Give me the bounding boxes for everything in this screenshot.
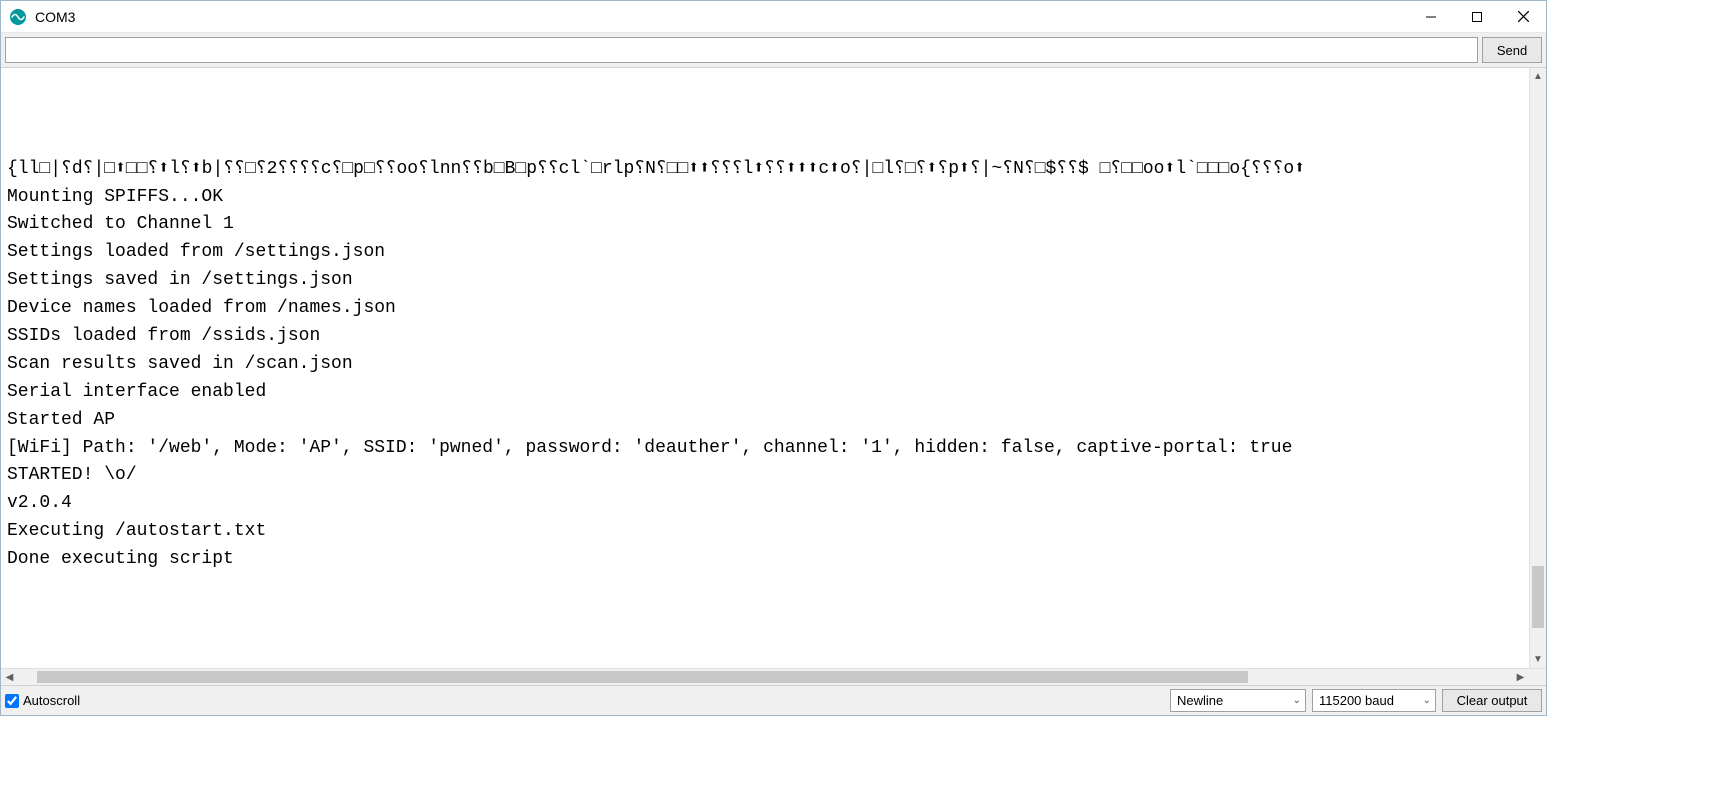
arduino-icon [9,8,27,26]
scroll-track-horizontal[interactable] [18,669,1512,685]
scrollbar-corner [1529,669,1546,685]
maximize-button[interactable] [1454,1,1500,33]
send-row: Send [1,33,1546,68]
output-area: {ll□|⸮d⸮|□⬆□□⸮⬆l⸮⬆b|⸮⸮□⸮2⸮⸮⸮⸮c⸮□p□⸮⸮oo⸮l… [1,68,1546,668]
clear-output-button[interactable]: Clear output [1442,689,1542,712]
horizontal-scrollbar[interactable]: ◀ ▶ [1,668,1546,685]
serial-output: {ll□|⸮d⸮|□⬆□□⸮⬆l⸮⬆b|⸮⸮□⸮2⸮⸮⸮⸮c⸮□p□⸮⸮oo⸮l… [1,68,1529,668]
scroll-right-icon[interactable]: ▶ [1512,669,1529,685]
scroll-left-icon[interactable]: ◀ [1,669,18,685]
window-title: COM3 [35,9,1408,25]
scroll-track-vertical[interactable] [1530,85,1546,651]
autoscroll-group[interactable]: Autoscroll [5,693,1164,708]
send-button[interactable]: Send [1482,37,1542,63]
line-ending-select[interactable]: Newline ⌄ [1170,689,1306,712]
vertical-scrollbar[interactable]: ▲ ▼ [1529,68,1546,668]
window-controls [1408,1,1546,33]
autoscroll-label: Autoscroll [23,693,80,708]
chevron-down-icon: ⌄ [1423,695,1431,706]
scroll-down-icon[interactable]: ▼ [1530,651,1546,668]
bottom-bar: Autoscroll Newline ⌄ 115200 baud ⌄ Clear… [1,685,1546,715]
titlebar: COM3 [1,1,1546,33]
autoscroll-checkbox[interactable] [5,694,19,708]
scroll-up-icon[interactable]: ▲ [1530,68,1546,85]
baud-rate-value: 115200 baud [1319,693,1394,708]
serial-input[interactable] [5,37,1478,63]
baud-rate-select[interactable]: 115200 baud ⌄ [1312,689,1436,712]
scroll-thumb-vertical[interactable] [1532,566,1544,628]
line-ending-value: Newline [1177,693,1223,708]
close-button[interactable] [1500,1,1546,33]
chevron-down-icon: ⌄ [1293,695,1301,706]
scroll-thumb-horizontal[interactable] [37,671,1247,683]
minimize-button[interactable] [1408,1,1454,33]
